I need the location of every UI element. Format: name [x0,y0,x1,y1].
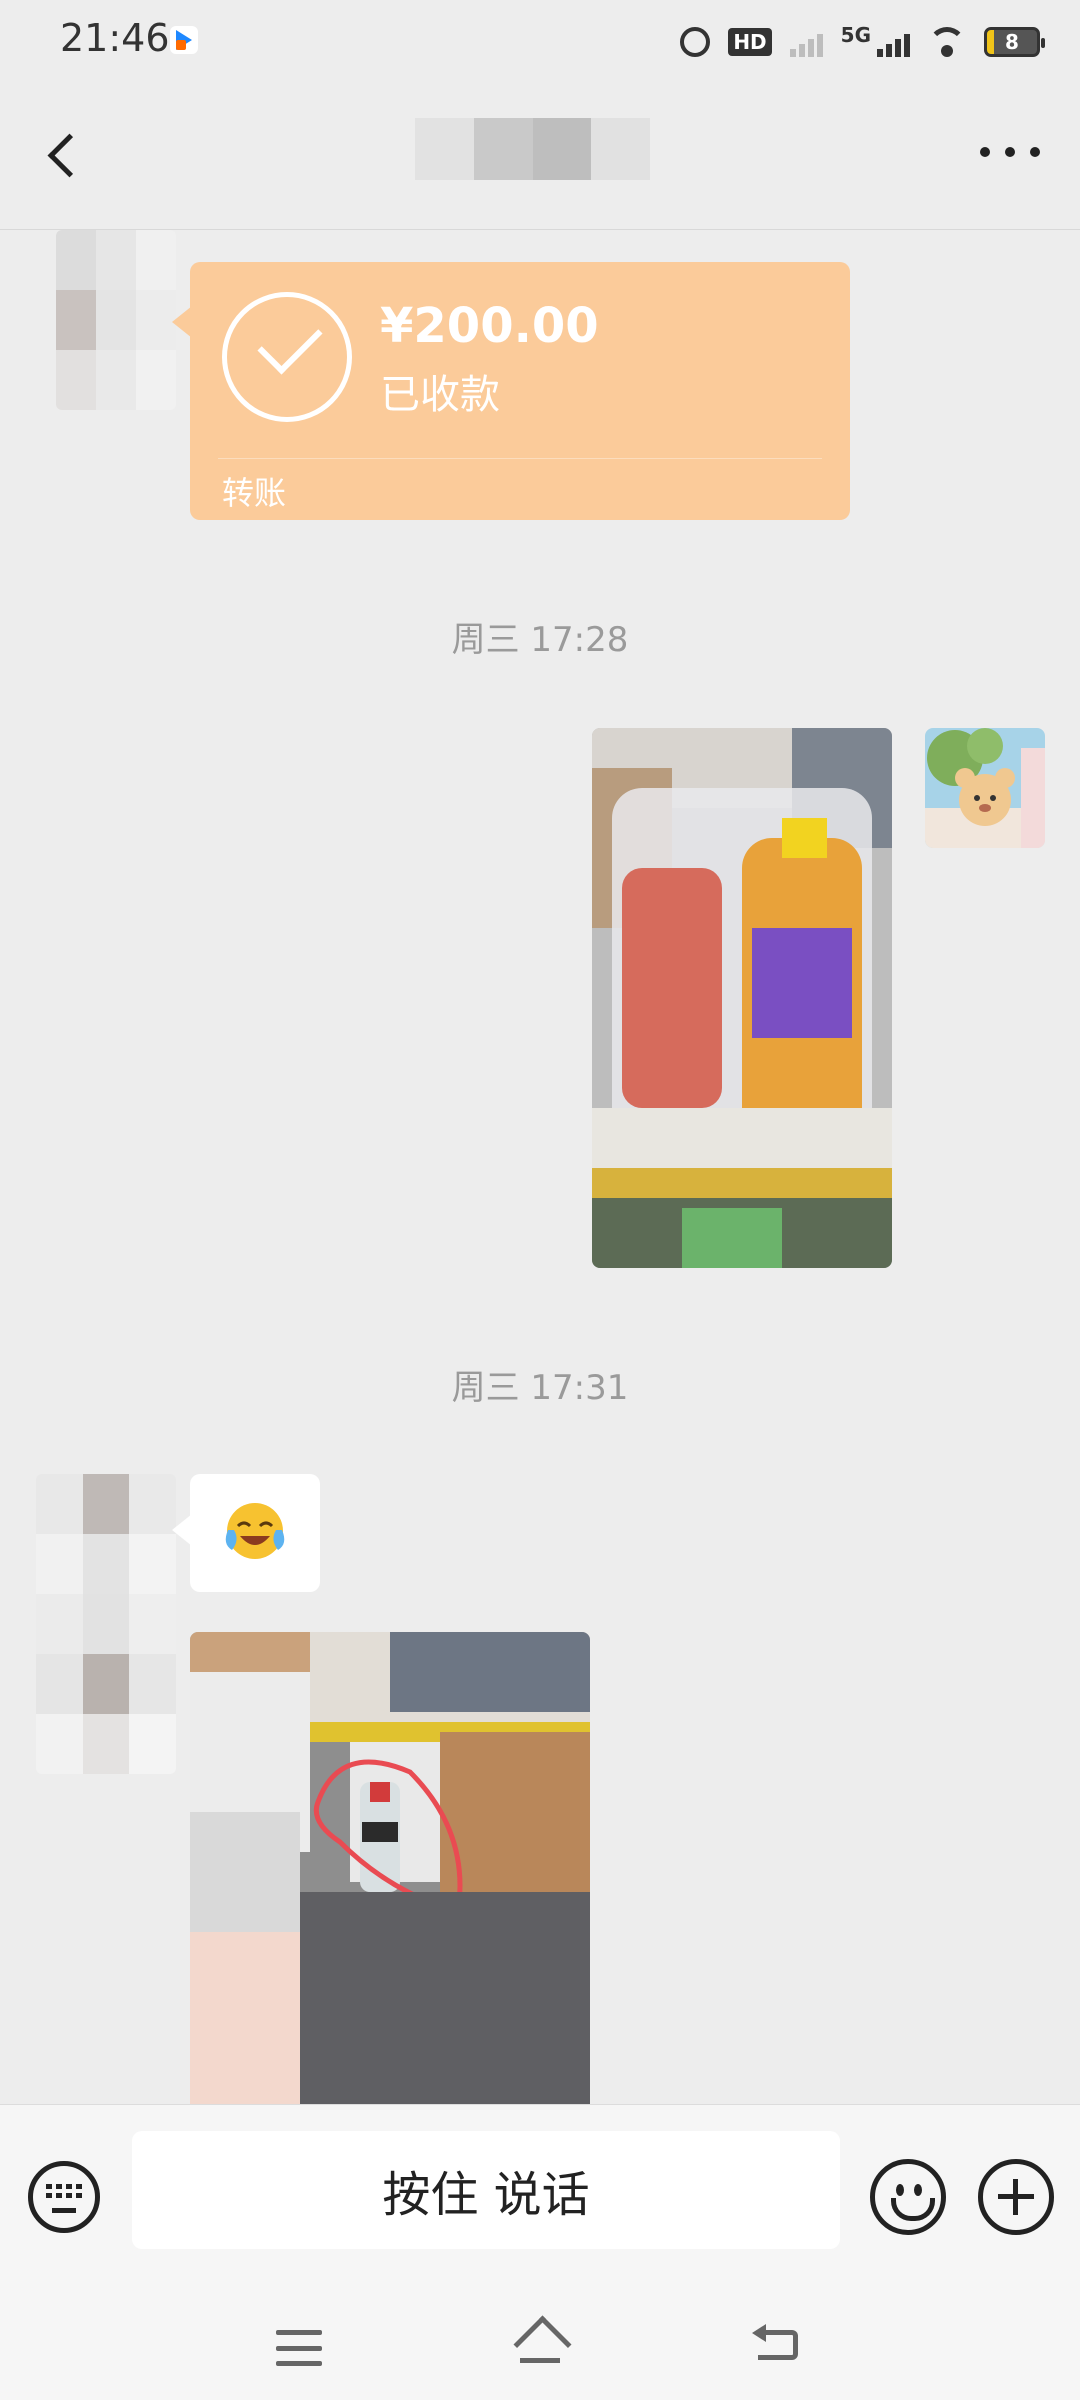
plus-icon[interactable] [978,2159,1054,2235]
contact-name [415,118,650,180]
menu-icon[interactable] [276,2330,322,2366]
chat-header [0,80,1080,230]
home-icon[interactable] [512,2318,568,2370]
system-nav-bar [0,2284,1080,2400]
hd-icon: HD [728,28,772,56]
chat-screen: 21:46 HD 5G 8 ¥200.00 已收款 转账 周三 17:28 周三… [0,0,1080,2400]
back-icon[interactable] [44,130,84,180]
avatar-bear-image [925,728,1045,848]
wifi-icon [928,27,966,57]
more-icon[interactable] [980,142,1040,162]
transfer-message[interactable]: ¥200.00 已收款 转账 [172,262,850,520]
network-type: 5G [840,23,871,47]
avatar[interactable] [36,1474,176,1774]
photo-drinks-bag [592,728,892,1268]
status-bar: 21:46 HD 5G 8 [0,0,1080,80]
avatar[interactable] [56,230,176,410]
back-icon[interactable] [752,2322,804,2368]
status-icons: HD 5G 8 [680,22,1045,62]
received-image-message[interactable] [190,1632,590,2104]
laughing-crying-emoji-icon [225,1503,285,1559]
transfer-label: 转账 [222,474,287,512]
status-time: 21:46 [60,16,170,60]
my-avatar[interactable] [925,728,1045,848]
keyboard-icon[interactable] [28,2161,100,2233]
transfer-divider [218,458,822,459]
message-timestamp: 周三 17:31 [451,1368,629,1408]
hold-to-talk-button[interactable]: 按住 说话 [132,2131,840,2249]
emoji-icon[interactable] [870,2159,946,2235]
app-icon [170,26,198,54]
emoji-message[interactable] [172,1474,320,1592]
battery-icon: 8 [984,27,1045,57]
sent-image-message[interactable] [592,728,892,1268]
input-bar: 按住 说话 [0,2104,1080,2285]
signal-icon [789,27,823,57]
check-circle-icon [222,292,352,422]
signal-5g-icon [877,27,910,57]
alarm-icon [680,27,711,57]
photo-storage-shelf [190,1632,590,2104]
message-timestamp: 周三 17:28 [451,620,629,660]
transfer-amount: ¥200.00 [380,298,599,354]
transfer-status: 已收款 [380,372,500,418]
